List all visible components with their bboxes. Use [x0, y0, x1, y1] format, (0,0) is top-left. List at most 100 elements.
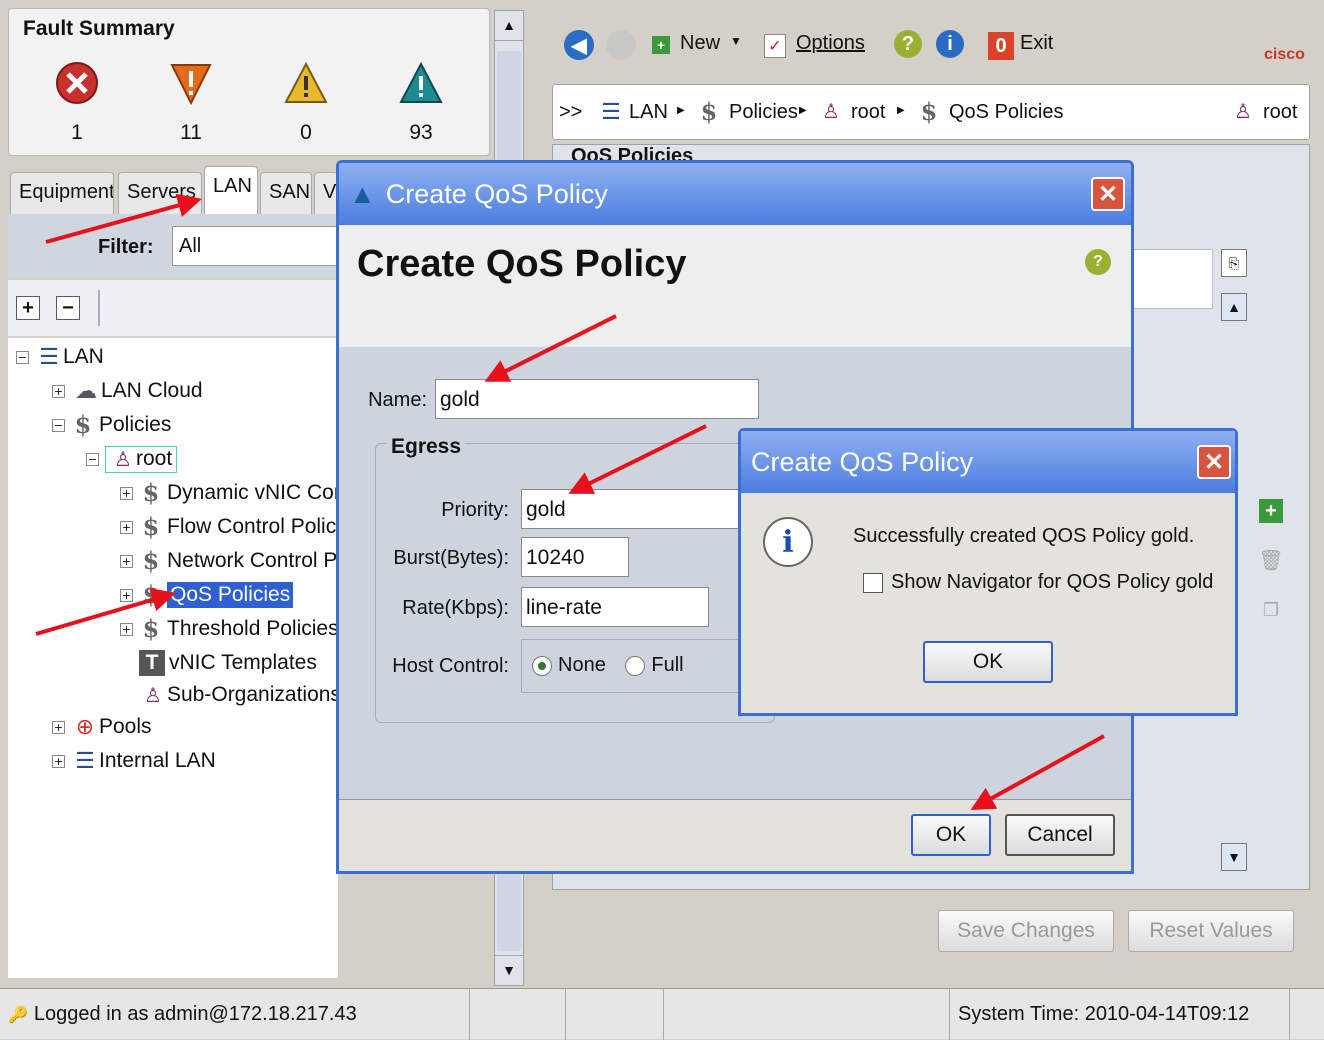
exit-button[interactable]: Exit [1020, 32, 1053, 55]
expand-icon[interactable]: + [120, 622, 133, 636]
tree-node-internal-lan[interactable]: + ☰ Internal LAN [52, 746, 216, 776]
tree-node-label: Internal LAN [99, 749, 216, 772]
breadcrumb-prefix[interactable]: >> [559, 101, 582, 124]
dialog-titlebar[interactable]: ▲ Create QoS Policy [339, 163, 1131, 225]
back-icon[interactable]: ◀ [564, 30, 594, 60]
dialog-heading: Create QoS Policy [357, 243, 687, 285]
tree-node-root[interactable]: − ♙ root [86, 444, 178, 474]
cancel-button[interactable]: Cancel [1005, 814, 1115, 856]
priority-select[interactable]: gold [521, 489, 761, 529]
chevron-right-icon: ▶ [799, 105, 807, 116]
collapse-icon[interactable]: − [52, 418, 65, 432]
host-none-radio[interactable]: None [532, 654, 606, 676]
copy-icon[interactable]: ❐ [1259, 595, 1283, 625]
host-full-radio[interactable]: Full [625, 654, 684, 676]
tree-node-vnic-templates[interactable]: T vNIC Templates [139, 648, 317, 678]
exit-icon: 0 [988, 32, 1014, 60]
scroll-up-icon[interactable]: ▲ [1221, 293, 1247, 321]
breadcrumb-item[interactable]: Policies [729, 101, 798, 124]
checkbox-label: Show Navigator for QOS Policy gold [891, 571, 1214, 593]
close-icon[interactable]: ✕ [1197, 445, 1231, 479]
name-field[interactable]: gold [435, 379, 759, 419]
close-icon[interactable]: ✕ [1091, 177, 1125, 211]
cisco-logo: cisco [1264, 46, 1305, 63]
policy-icon: $ [920, 97, 938, 126]
message-ok-button[interactable]: OK [923, 641, 1053, 683]
message-text: Successfully created QOS Policy gold. [853, 525, 1195, 547]
tree-node-pools[interactable]: + ⊕ Pools [52, 712, 152, 742]
tree-toolbar: + − [8, 280, 338, 336]
filter-select[interactable]: All [172, 226, 342, 266]
expand-all-icon[interactable]: + [16, 296, 40, 320]
tree-node-qos-policies[interactable]: + $ QoS Policies [120, 580, 294, 610]
help-icon[interactable]: ? [1085, 249, 1111, 275]
tree-node-lan[interactable]: − ☰ LAN [16, 342, 104, 372]
fault-critical[interactable]: 1 [47, 61, 107, 145]
policy-icon: $ [142, 512, 160, 541]
expand-icon[interactable]: + [120, 588, 133, 602]
policy-icon: $ [142, 580, 160, 609]
delete-icon[interactable]: 🗑 [1258, 545, 1283, 575]
fault-warning[interactable]: 93 [391, 61, 451, 145]
expand-icon[interactable]: + [120, 520, 133, 534]
collapse-all-icon[interactable]: − [56, 296, 80, 320]
tree-node-sub-orgs[interactable]: ♙ Sub-Organizations [139, 680, 338, 710]
tab-servers[interactable]: Servers [118, 172, 202, 214]
fault-count: 1 [71, 121, 83, 144]
ok-button[interactable]: OK [911, 814, 991, 856]
reset-values-button[interactable]: Reset Values [1128, 910, 1294, 952]
rate-field[interactable]: line-rate [521, 587, 709, 627]
show-navigator-checkbox[interactable]: Show Navigator for QOS Policy gold [863, 571, 1213, 594]
tree-node-label: Policies [99, 413, 172, 436]
tree-node-threshold[interactable]: + $ Threshold Policies [120, 614, 338, 644]
expand-icon[interactable]: + [120, 486, 133, 500]
host-control-label: Host Control: [392, 655, 509, 677]
table-export-icon[interactable]: ⎘ [1221, 249, 1247, 277]
major-icon [170, 64, 212, 106]
options-button[interactable]: Options [796, 32, 865, 55]
burst-field[interactable]: 10240 [521, 537, 629, 577]
expand-icon[interactable]: + [120, 554, 133, 568]
add-icon[interactable]: + [1259, 499, 1283, 523]
rate-label: Rate(Kbps): [402, 597, 509, 619]
message-titlebar[interactable]: Create QoS Policy [741, 431, 1235, 493]
breadcrumb-item[interactable]: QoS Policies [949, 101, 1064, 124]
scroll-up-icon[interactable]: ▲ [495, 11, 523, 41]
success-message-dialog: Create QoS Policy ✕ i Successfully creat… [738, 428, 1238, 716]
tree-node-flow-control[interactable]: + $ Flow Control Polici [120, 512, 338, 542]
tree-node-policies[interactable]: − $ Policies [52, 410, 171, 440]
forward-icon[interactable] [606, 30, 636, 60]
collapse-icon[interactable]: − [86, 452, 99, 466]
help-icon[interactable]: ? [894, 30, 922, 58]
expand-icon[interactable]: + [52, 754, 65, 768]
policy-icon: $ [142, 546, 160, 575]
save-changes-button[interactable]: Save Changes [938, 910, 1114, 952]
policy-icon: $ [142, 614, 160, 643]
tree-node-network-control[interactable]: + $ Network Control P [120, 546, 337, 576]
message-title: Create QoS Policy [751, 446, 974, 477]
root-focus: ♙ root [105, 445, 178, 473]
tree-node-dynamic-vnic[interactable]: + $ Dynamic vNIC Con [120, 478, 338, 508]
fault-major[interactable]: 11 [161, 61, 221, 145]
info-icon[interactable]: i [936, 30, 964, 58]
tab-lan[interactable]: LAN [204, 166, 258, 214]
fault-minor[interactable]: 0 [276, 61, 336, 145]
breadcrumb-item[interactable]: LAN [629, 101, 668, 124]
collapse-icon[interactable]: − [16, 350, 29, 364]
expand-icon[interactable]: + [52, 384, 65, 398]
tree-node-label: Network Control P [167, 549, 338, 572]
scroll-down-icon[interactable]: ▼ [1221, 843, 1247, 871]
breadcrumb-item[interactable]: root [851, 101, 885, 124]
tab-san[interactable]: SAN [260, 172, 312, 214]
dialog-title: Create QoS Policy [385, 178, 608, 209]
tab-vm[interactable]: VM [314, 172, 338, 214]
lan-icon: ☰ [601, 99, 621, 124]
pools-icon: ⊕ [75, 714, 95, 739]
chevron-down-icon[interactable]: ▼ [730, 34, 742, 48]
expand-icon[interactable]: + [52, 720, 65, 734]
tree-node-label: root [136, 447, 173, 470]
scroll-down-icon[interactable]: ▼ [495, 955, 523, 985]
new-button[interactable]: New [680, 32, 720, 55]
tree-node-lan-cloud[interactable]: + ☁ LAN Cloud [52, 376, 203, 406]
tab-equipment[interactable]: Equipment [10, 172, 114, 214]
